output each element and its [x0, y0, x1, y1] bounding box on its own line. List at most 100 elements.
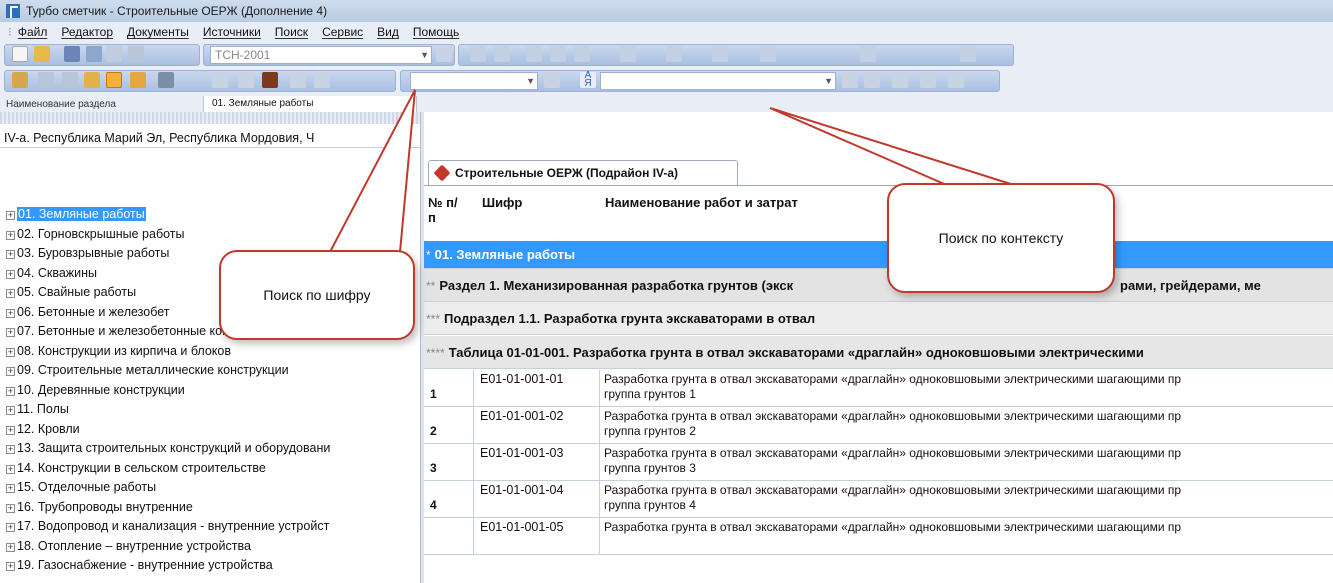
table-row[interactable]: 1 Е01-01-001-01 Разработка грунта в отва… — [424, 370, 1333, 407]
paste-icon[interactable] — [574, 46, 590, 62]
table-row[interactable]: 2 Е01-01-001-02 Разработка грунта в отва… — [424, 407, 1333, 444]
callout-code-text: Поиск по шифру — [263, 287, 371, 303]
save-icon[interactable] — [64, 46, 80, 62]
expand-icon[interactable]: + — [6, 367, 15, 376]
zoom-icon[interactable] — [62, 72, 78, 88]
expand-icon[interactable]: + — [6, 445, 15, 454]
expand-icon[interactable]: + — [6, 269, 15, 279]
table-row[interactable]: 3 Е01-01-001-03 Разработка грунта в отва… — [424, 444, 1333, 481]
italic-icon[interactable] — [262, 72, 278, 88]
columns-icon[interactable] — [130, 72, 146, 88]
text-icon[interactable] — [238, 72, 254, 88]
tree-item-13[interactable]: +13. Защита строительных конструкций и о… — [0, 439, 420, 459]
expand-icon[interactable]: + — [6, 328, 15, 337]
coefficient-icon[interactable] — [760, 46, 776, 62]
region-select[interactable]: IV-а. Республика Марий Эл, Республика Мо… — [0, 128, 420, 148]
table-icon[interactable] — [212, 72, 228, 88]
new-document-icon[interactable] — [12, 46, 28, 62]
search-prev-icon[interactable] — [842, 72, 858, 88]
expand-icon[interactable]: + — [6, 406, 15, 415]
expand-icon[interactable]: + — [6, 289, 15, 298]
search-clear-icon[interactable] — [948, 72, 964, 88]
k-icon[interactable] — [38, 72, 54, 88]
window-title: Турбо сметчик - Строительные ОЕРЖ (Допол… — [26, 4, 328, 18]
filter-icon[interactable] — [290, 72, 306, 88]
copy-icon[interactable] — [550, 46, 566, 62]
menu-editor[interactable]: Редактор — [61, 25, 113, 39]
menu-help[interactable]: Помощь — [413, 25, 459, 39]
tree-item-11[interactable]: +11. Полы — [0, 400, 420, 420]
section-row[interactable]: ** Раздел 1. Механизированная разработка … — [424, 269, 1333, 302]
tree-item-18[interactable]: +18. Отопление – внутренние устройства — [0, 537, 420, 557]
tree-item-label: 11. Полы — [17, 402, 69, 416]
expand-icon[interactable]: + — [6, 523, 15, 532]
menu-documents[interactable]: Документы — [127, 25, 189, 39]
table-row[interactable]: 4 Е01-01-001-04 Разработка грунта в отва… — [424, 481, 1333, 518]
expand-icon[interactable]: + — [6, 484, 15, 493]
tree-item-14[interactable]: +14. Конструкции в сельском строительств… — [0, 459, 420, 479]
expand-icon[interactable]: + — [6, 230, 15, 240]
menu-file[interactable]: Файл — [18, 25, 48, 39]
tab-oerzh[interactable]: Строительные ОЕРЖ (Подрайон IV-а) — [428, 160, 738, 185]
expand-icon[interactable]: + — [6, 211, 15, 220]
subsection-row[interactable]: *** Подраздел 1.1. Разработка грунта экск… — [424, 302, 1333, 335]
group-row[interactable]: * 01. Земляные работы — [424, 241, 1333, 269]
menu-sources[interactable]: Источники — [203, 25, 261, 39]
code-search-input[interactable]: ▼ — [410, 72, 538, 90]
column-header-num[interactable]: № п/п — [428, 195, 462, 225]
align-icon[interactable] — [666, 46, 682, 62]
expand-icon[interactable]: + — [6, 308, 15, 318]
tools-icon[interactable] — [158, 72, 174, 88]
undo-icon[interactable] — [470, 46, 486, 62]
tree-item-10[interactable]: +10. Деревянные конструкции — [0, 381, 420, 401]
expand-icon[interactable]: + — [6, 425, 15, 435]
format-icon[interactable] — [712, 46, 728, 62]
redo-icon[interactable] — [494, 46, 510, 62]
expand-icon[interactable]: + — [6, 386, 15, 396]
insert-icon[interactable] — [620, 46, 636, 62]
column-header-code[interactable]: Шифр — [482, 195, 522, 210]
tree-item-16[interactable]: +16. Трубопроводы внутренние — [0, 498, 420, 518]
tree-item-17[interactable]: +17. Водопровод и канализация - внутренн… — [0, 517, 420, 537]
expand-icon[interactable]: + — [6, 542, 15, 552]
tree-view-icon[interactable] — [84, 72, 100, 88]
cut-icon[interactable] — [526, 46, 542, 62]
preview-icon[interactable] — [106, 46, 122, 62]
search-filter-icon[interactable] — [892, 72, 908, 88]
percent-icon[interactable] — [960, 46, 976, 62]
tree-item-label: 10. Деревянные конструкции — [17, 382, 185, 397]
expand-icon[interactable]: + — [6, 250, 15, 259]
sort-az-icon[interactable]: AЯ — [580, 71, 596, 89]
sum-icon[interactable] — [436, 46, 452, 62]
print-icon[interactable] — [128, 46, 144, 62]
search-options-icon[interactable] — [920, 72, 936, 88]
book-icon[interactable] — [86, 46, 102, 62]
clear-filter-icon[interactable] — [314, 72, 330, 88]
list-view-icon[interactable] — [106, 72, 122, 88]
menu-search[interactable]: Поиск — [275, 25, 308, 39]
expand-icon[interactable]: + — [6, 347, 15, 357]
section-label: Наименование раздела — [6, 98, 116, 110]
tree-item-01[interactable]: +01. Земляные работы — [0, 205, 420, 225]
delete-icon[interactable] — [860, 46, 876, 62]
expand-icon[interactable]: + — [6, 562, 15, 571]
expand-icon[interactable]: + — [6, 464, 15, 474]
tree-item-12[interactable]: +12. Кровли — [0, 420, 420, 440]
tree-item-02[interactable]: +02. Горновскрышные работы — [0, 225, 420, 245]
expand-icon[interactable]: + — [6, 503, 15, 513]
table-row[interactable]: Е01-01-001-05 Разработка грунта в отвал … — [424, 518, 1333, 555]
tree-item-15[interactable]: +15. Отделочные работы — [0, 478, 420, 498]
tree-item-19[interactable]: +19. Газоснабжение - внутренние устройст… — [0, 556, 420, 576]
column-header-name[interactable]: Наименование работ и затрат — [605, 195, 798, 210]
search-next-icon[interactable] — [864, 72, 880, 88]
tree-item-08[interactable]: +08. Конструкции из кирпича и блоков — [0, 342, 420, 362]
open-folder-icon[interactable] — [34, 46, 50, 62]
code-search-button[interactable] — [544, 72, 560, 88]
context-search-input[interactable]: ▼ — [600, 72, 836, 90]
tree-item-09[interactable]: +09. Строительные металлические конструк… — [0, 361, 420, 381]
properties-icon[interactable] — [12, 72, 28, 88]
menu-service[interactable]: Сервис — [322, 25, 363, 39]
norm-base-select[interactable]: ТСН-2001 ▼ — [210, 46, 432, 64]
table-title-row[interactable]: **** Таблица 01-01-001. Разработка грунта… — [424, 336, 1333, 369]
menu-view[interactable]: Вид — [377, 25, 399, 39]
